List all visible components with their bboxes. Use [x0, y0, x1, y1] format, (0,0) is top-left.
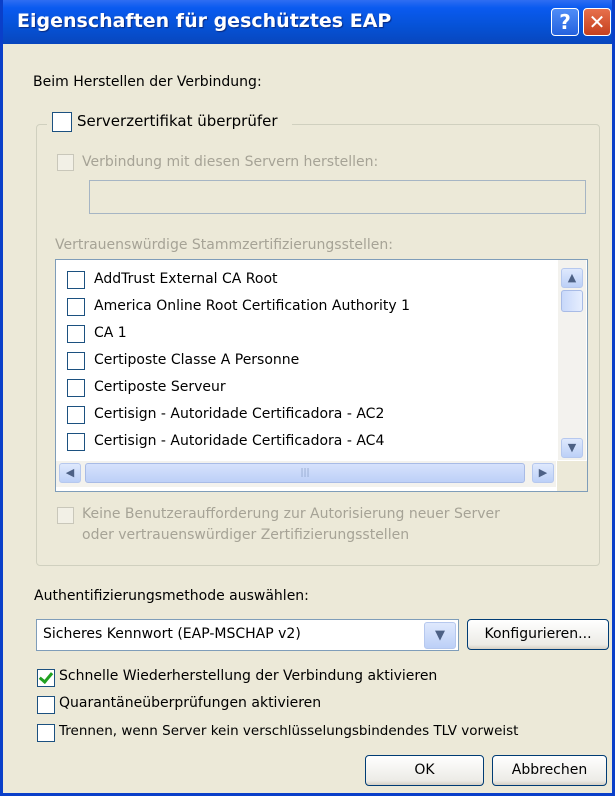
scroll-up-icon[interactable]: ▲ [561, 268, 583, 288]
scroll-left-icon[interactable]: ◀ [59, 463, 81, 483]
scroll-down-icon[interactable]: ▼ [561, 438, 583, 458]
window-title: Eigenschaften für geschütztes EAP [17, 10, 392, 32]
ca-label: America Online Root Certification Author… [94, 298, 411, 314]
ca-checkbox[interactable] [67, 325, 85, 343]
validate-cert-checkbox[interactable] [52, 112, 72, 132]
disconnect-tlv-checkbox[interactable] [37, 724, 55, 742]
no-prompt-label-line2: oder vertrauenswürdiger Zertifizierungss… [82, 527, 410, 543]
ca-checkbox[interactable] [67, 433, 85, 451]
close-icon[interactable]: ✕ [583, 8, 611, 36]
ca-checkbox[interactable] [67, 298, 85, 316]
connection-heading: Beim Herstellen der Verbindung: [33, 74, 262, 90]
validate-cert-label: Serverzertifikat überprüfer [77, 112, 278, 130]
scroll-right-icon[interactable]: ▶ [532, 463, 554, 483]
no-prompt-checkbox[interactable] [57, 507, 74, 524]
ca-label: Certisign - Autoridade Certificadora - A… [94, 406, 385, 422]
ca-checkbox[interactable] [67, 379, 85, 397]
list-item[interactable]: Certisign - Autoridade Certificadora - A… [56, 430, 556, 456]
eap-properties-dialog: Eigenschaften für geschütztes EAP ? ✕ Be… [0, 0, 615, 796]
connect-servers-label: Verbindung mit diesen Servern herstellen… [82, 154, 379, 170]
list-item[interactable]: Certiposte Serveur [56, 376, 556, 402]
auth-method-value: Sicheres Kennwort (EAP-MSCHAP v2) [43, 626, 301, 642]
configure-button[interactable]: Konfigurieren... [467, 619, 609, 650]
trusted-ca-list[interactable]: AddTrust External CA Root America Online… [55, 259, 588, 492]
list-item[interactable]: Certiposte Classe A Personne [56, 349, 556, 375]
ca-checkbox[interactable] [67, 406, 85, 424]
title-bar[interactable]: Eigenschaften für geschütztes EAP ? ✕ [3, 0, 612, 44]
quarantine-checkbox[interactable] [37, 696, 55, 714]
quarantine-label: Quarantäneüberprüfungen aktivieren [59, 695, 322, 711]
ca-label: Certisign - Autoridade Certificadora - A… [94, 433, 385, 449]
ca-label: CA 1 [94, 325, 127, 341]
help-icon[interactable]: ? [551, 8, 579, 36]
cancel-button[interactable]: Abbrechen [492, 755, 607, 786]
ca-label: Certiposte Classe A Personne [94, 352, 300, 368]
chevron-down-icon[interactable]: ▼ [424, 622, 456, 649]
fast-reconnect-checkbox[interactable] [37, 669, 55, 687]
connect-servers-checkbox[interactable] [57, 154, 74, 171]
fast-reconnect-label: Schnelle Wiederherstellung der Verbindun… [59, 668, 438, 684]
list-item[interactable]: AddTrust External CA Root [56, 268, 556, 294]
list-item[interactable]: Certisign - Autoridade Certificadora - A… [56, 403, 556, 429]
auth-method-heading: Authentifizierungsmethode auswählen: [34, 588, 309, 604]
horizontal-scroll-thumb[interactable]: ||| [85, 463, 525, 483]
auth-method-select[interactable]: Sicheres Kennwort (EAP-MSCHAP v2) [36, 619, 459, 651]
ca-checkbox[interactable] [67, 271, 85, 289]
ok-button[interactable]: OK [365, 755, 484, 786]
ca-label: Certiposte Serveur [94, 379, 226, 395]
list-item[interactable]: CA 1 [56, 322, 556, 348]
ca-label: AddTrust External CA Root [94, 271, 278, 287]
server-names-input[interactable] [89, 180, 586, 214]
scroll-corner [557, 461, 587, 491]
vertical-scroll-thumb[interactable] [561, 290, 583, 312]
ca-checkbox[interactable] [67, 352, 85, 370]
trusted-ca-label: Vertrauenswürdige Stammzertifizierungsst… [55, 237, 393, 253]
list-item[interactable]: America Online Root Certification Author… [56, 295, 556, 321]
disconnect-tlv-label: Trennen, wenn Server kein verschlüsselun… [59, 723, 519, 739]
no-prompt-label-line1: Keine Benutzeraufforderung zur Autorisie… [82, 506, 500, 522]
